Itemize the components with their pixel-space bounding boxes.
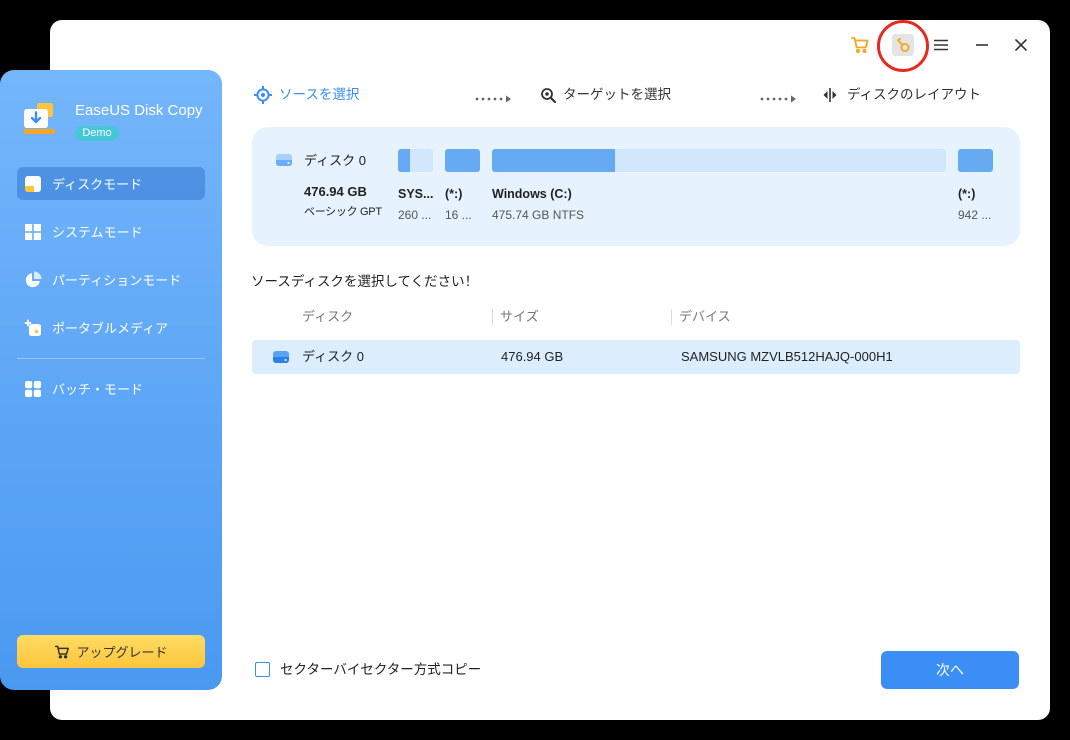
partition-size: 16 ...	[445, 208, 472, 222]
partition-usage-fill	[445, 149, 480, 172]
disk-icon	[272, 350, 290, 364]
sidebar-item-label: ポータブルメディア	[52, 321, 169, 336]
cell-device: SAMSUNG MZVLB512HAJQ-000H1	[681, 349, 893, 364]
partition-size: 475.74 GB NTFS	[492, 208, 585, 222]
partition-size: 942 ...	[958, 208, 992, 222]
step-source: ソースを選択	[279, 87, 360, 102]
partition-usage-fill	[398, 149, 410, 172]
sidebar-item-portable-media[interactable]: ポータブルメディア	[17, 311, 205, 344]
cell-disk: ディスク 0	[302, 349, 364, 364]
column-separator	[671, 309, 672, 325]
app-name: EaseUS Disk Copy	[75, 102, 203, 119]
disk-card[interactable]: ディスク 0 476.94 GB ベーシック GPT SYS... 260 ..…	[252, 127, 1020, 246]
partition-usage-fill	[492, 149, 615, 172]
source-prompt: ソースディスクを選択してください！	[251, 274, 479, 289]
app-logo	[22, 100, 58, 136]
partition-bar-3	[958, 149, 993, 172]
screen: ソースを選択 ターゲットを選択 ディスクのレイアウト ディスク 0 476.94…	[0, 0, 1070, 740]
cell-size: 476.94 GB	[501, 349, 564, 364]
partition-name: (*:)	[445, 187, 463, 201]
partition-name: SYS...	[398, 187, 434, 201]
sidebar-item-partition-mode[interactable]: パーティションモード	[17, 263, 205, 296]
partition-bar-1	[445, 149, 480, 172]
upgrade-label: アップグレード	[76, 645, 168, 660]
sidebar-item-label: パーティションモード	[52, 273, 182, 288]
partition-bar-0	[398, 149, 433, 172]
sidebar-item-batch-mode[interactable]: バッチ・モード	[17, 372, 205, 405]
sidebar-item-label: システムモード	[52, 225, 143, 240]
next-button[interactable]: 次へ	[881, 651, 1019, 689]
column-header-size: サイズ	[500, 309, 539, 324]
partition-usage-fill	[958, 149, 993, 172]
sidebar-item-label: ディスクモード	[52, 177, 143, 192]
sidebar-item-system-mode[interactable]: システムモード	[17, 215, 205, 248]
edition-badge: Demo	[75, 126, 119, 141]
step-connector	[760, 91, 798, 106]
portable-media-icon	[24, 319, 42, 337]
sidebar-item-label: バッチ・モード	[52, 382, 144, 397]
table-row[interactable]: ディスク 0 476.94 GB SAMSUNG MZVLB512HAJQ-00…	[252, 340, 1020, 374]
step-target: ターゲットを選択	[563, 87, 671, 102]
sidebar-item-disk-mode[interactable]: ディスクモード	[17, 167, 205, 200]
crosshair-icon	[254, 86, 272, 104]
partition-size: 260 ...	[398, 208, 432, 222]
upgrade-button[interactable]: アップグレード	[17, 635, 205, 668]
disk-name: ディスク 0	[304, 153, 366, 168]
sector-copy-label[interactable]: セクターバイセクター方式コピー	[280, 661, 481, 679]
grid-icon	[24, 380, 42, 398]
sector-copy-checkbox[interactable]	[255, 662, 270, 677]
disk-icon	[275, 153, 293, 167]
partition-bar-2	[492, 149, 946, 172]
next-button-label: 次へ	[936, 662, 964, 678]
target-search-icon	[540, 87, 556, 103]
cart-icon	[54, 644, 70, 660]
step-layout: ディスクのレイアウト	[847, 87, 982, 102]
disk-size: 476.94 GB	[304, 184, 367, 199]
column-header-disk: ディスク	[302, 309, 354, 324]
disk-mode-icon	[24, 175, 42, 193]
partition-name: (*:)	[958, 187, 976, 201]
column-separator	[492, 309, 493, 325]
layout-icon	[822, 88, 838, 102]
sidebar: EaseUS Disk Copy Demo ディスクモード システムモード パー…	[0, 70, 222, 690]
pie-chart-icon	[24, 271, 42, 289]
column-header-device: デバイス	[679, 309, 731, 324]
windows-icon	[24, 223, 42, 241]
step-connector	[475, 91, 513, 106]
sidebar-divider	[17, 358, 205, 359]
partition-name: Windows (C:)	[492, 187, 572, 201]
disk-type: ベーシック GPT	[304, 206, 382, 218]
